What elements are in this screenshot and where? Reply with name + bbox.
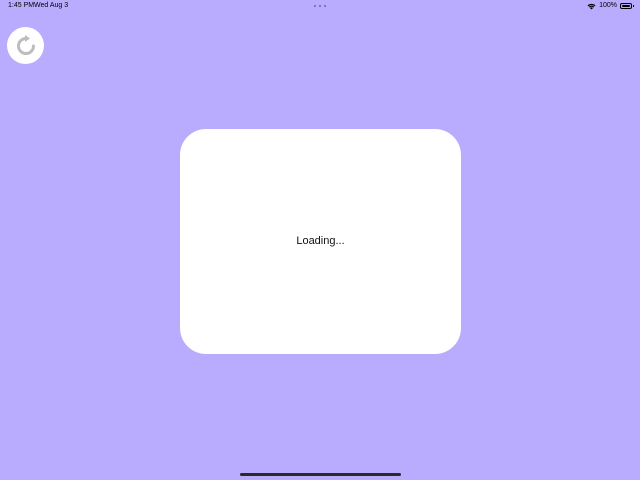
status-bar: 1:45 PM Wed Aug 3 100% [0,0,640,12]
home-indicator[interactable] [240,473,401,476]
refresh-icon [16,34,35,55]
battery-icon [620,3,634,9]
loading-text: Loading... [296,234,345,247]
status-right: 100% [587,0,634,12]
refresh-button[interactable] [7,27,44,64]
status-time: 1:45 PM [8,2,35,9]
loading-card: Loading... [180,129,461,354]
wifi-icon [587,3,596,9]
status-date: Wed Aug 3 [34,2,69,9]
battery-percent: 100% [599,2,617,9]
multitasking-dots-icon[interactable] [314,5,326,7]
